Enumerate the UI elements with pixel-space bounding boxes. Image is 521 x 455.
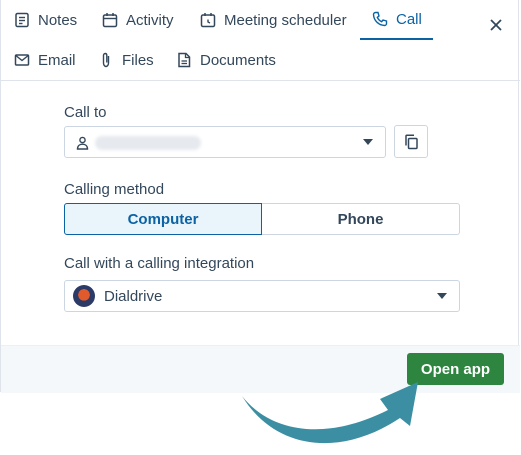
call-to-label: Call to [64,104,107,121]
tab-meeting-scheduler[interactable]: Meeting scheduler [200,0,347,40]
tab-activity[interactable]: Activity [102,0,174,40]
calendar-icon [102,13,118,28]
email-icon [14,54,30,66]
phone-icon [372,11,388,27]
phone-option[interactable]: Phone [262,203,460,235]
meeting-icon [200,13,216,28]
chevron-down-icon [363,139,373,145]
notes-icon [15,12,29,28]
tab-call[interactable]: Call [360,0,433,40]
integration-value: Dialdrive [104,288,163,305]
paperclip-icon [102,52,110,68]
copy-button[interactable] [394,125,428,158]
tab-documents[interactable]: Documents [176,40,276,80]
copy-icon [404,133,418,149]
tab-notes-label: Notes [38,11,78,29]
redacted-phone-number [95,136,201,150]
calling-method-label: Calling method [64,181,165,198]
tab-activity-label: Activity [126,11,174,29]
tab-files[interactable]: Files [98,40,154,80]
tab-email[interactable]: Email [14,40,76,80]
tab-email-label: Email [38,51,76,69]
chevron-down-icon [437,293,447,299]
tab-documents-label: Documents [200,51,276,69]
call-panel: Notes Activity Meeting scheduler Call Em… [0,0,520,393]
dialdrive-logo [73,285,95,307]
tab-call-label: Call [396,10,422,28]
call-to-select[interactable] [64,126,386,158]
activity-tabs: Notes Activity Meeting scheduler Call Em… [1,0,520,81]
computer-option[interactable]: Computer [64,203,262,235]
integration-label: Call with a calling integration [64,255,255,272]
tab-meeting-scheduler-label: Meeting scheduler [224,11,347,29]
document-icon [178,52,191,68]
tab-notes[interactable]: Notes [14,0,77,40]
tab-files-label: Files [122,51,154,69]
close-icon[interactable] [487,16,505,34]
person-icon [76,136,89,150]
integration-select[interactable]: Dialdrive [64,280,460,312]
annotation-arrow [242,382,418,444]
